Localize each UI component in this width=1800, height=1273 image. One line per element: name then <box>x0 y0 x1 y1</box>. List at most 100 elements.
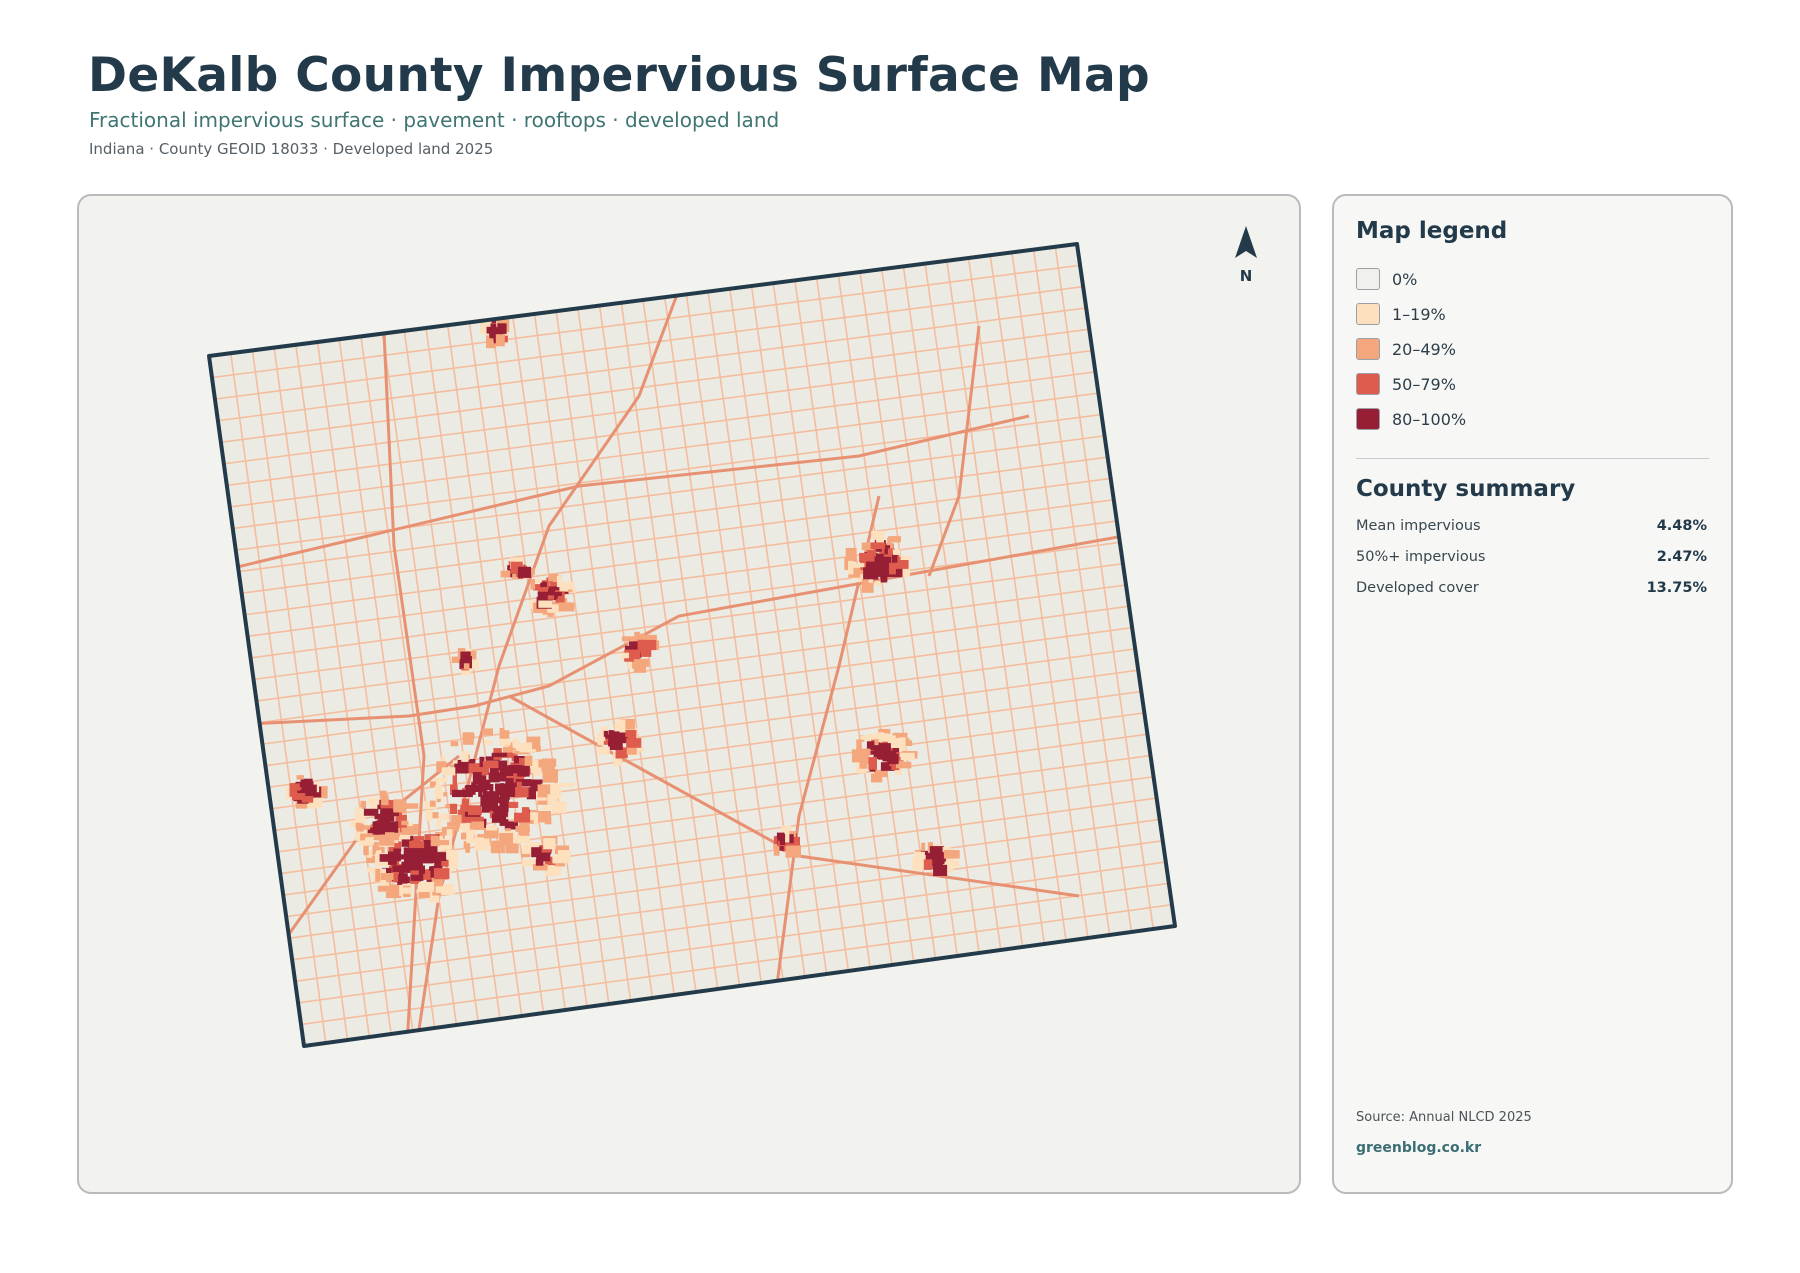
developed-patch <box>460 805 470 812</box>
developed-patch <box>882 556 892 563</box>
legend-swatch <box>1356 268 1380 290</box>
developed-patch <box>363 845 369 856</box>
developed-patch <box>619 719 626 733</box>
developed-patch <box>482 760 499 769</box>
legend-swatch <box>1356 373 1380 395</box>
legend-swatch <box>1356 303 1380 325</box>
developed-patch <box>454 763 469 774</box>
developed-patch <box>538 600 553 608</box>
developed-patch <box>887 753 899 765</box>
developed-patch <box>785 844 801 858</box>
legend-item-3: 50–79% <box>1356 371 1456 397</box>
developed-patch <box>429 800 436 807</box>
developed-patch <box>292 793 306 800</box>
page-subtitle: Fractional impervious surface · pavement… <box>89 108 780 132</box>
developed-patch <box>308 781 314 787</box>
developed-patch <box>871 530 885 540</box>
credit-link[interactable]: greenblog.co.kr <box>1356 1140 1481 1156</box>
developed-patch <box>466 829 474 844</box>
summary-title: County summary <box>1356 476 1576 502</box>
developed-patch <box>558 782 575 788</box>
developed-patch <box>500 570 511 578</box>
developed-patch <box>541 805 554 811</box>
developed-patch <box>376 849 382 855</box>
developed-patch <box>848 560 854 575</box>
stat-label: Developed cover <box>1356 580 1479 596</box>
developed-patch <box>410 870 419 875</box>
developed-patch <box>603 730 609 737</box>
developed-patch <box>450 741 459 747</box>
developed-patch <box>535 859 544 866</box>
developed-patch <box>892 553 898 563</box>
developed-patch <box>500 783 505 793</box>
developed-patch <box>871 734 883 740</box>
source-note: Source: Annual NLCD 2025 <box>1356 1110 1532 1125</box>
developed-patch <box>380 834 388 841</box>
developed-patch <box>393 799 407 813</box>
developed-patch <box>381 814 389 822</box>
developed-patch <box>600 746 610 755</box>
developed-patch <box>556 854 569 862</box>
developed-patch <box>380 790 387 799</box>
stat-row-developed: Developed cover 13.75% <box>1356 580 1707 602</box>
developed-patch <box>509 801 519 808</box>
developed-patch <box>446 829 453 837</box>
developed-patch <box>446 850 459 860</box>
developed-patch <box>497 323 507 334</box>
north-arrow-icon <box>1235 226 1257 258</box>
developed-patch <box>533 767 542 776</box>
developed-patch <box>621 636 635 642</box>
developed-patch <box>878 771 888 778</box>
developed-patch <box>493 805 508 817</box>
legend-panel: Map legend 0% 1–19% 20–49% 50–79% 80–100… <box>1332 194 1733 1194</box>
developed-patch <box>380 873 394 880</box>
developed-patch <box>393 848 401 862</box>
county-map[interactable]: N <box>79 196 1301 1194</box>
legend-label: 1–19% <box>1392 304 1446 324</box>
developed-patch <box>401 820 409 826</box>
legend-swatch <box>1356 338 1380 360</box>
developed-patch <box>463 663 470 670</box>
developed-patch <box>773 845 780 856</box>
developed-patch <box>401 887 413 894</box>
developed-patch <box>559 581 568 592</box>
developed-patch <box>633 659 646 673</box>
north-label: N <box>1240 267 1253 285</box>
developed-patch <box>374 841 379 851</box>
map-panel[interactable]: N <box>77 194 1301 1194</box>
developed-patch <box>514 812 530 823</box>
legend-swatch <box>1356 408 1380 430</box>
developed-patch <box>375 868 381 882</box>
developed-patch <box>461 751 469 762</box>
developed-patch <box>533 812 539 826</box>
developed-patch <box>480 323 487 335</box>
developed-patch <box>480 795 491 807</box>
legend-label: 20–49% <box>1392 339 1456 359</box>
developed-patch <box>517 765 530 777</box>
developed-patch <box>640 647 652 657</box>
developed-patch <box>383 821 399 833</box>
developed-patch <box>377 885 390 892</box>
developed-patch <box>435 886 449 893</box>
stat-label: 50%+ impervious <box>1356 549 1486 565</box>
developed-patch <box>466 788 473 798</box>
developed-patch <box>900 752 915 760</box>
developed-patch <box>425 809 433 821</box>
developed-patch <box>866 561 881 569</box>
developed-patch <box>503 746 514 753</box>
developed-patch <box>430 835 440 847</box>
developed-patch <box>452 773 457 787</box>
legend-label: 80–100% <box>1392 409 1467 429</box>
developed-patch <box>552 855 559 864</box>
developed-patch <box>450 803 458 814</box>
developed-patch <box>355 807 362 814</box>
developed-patch <box>440 813 449 821</box>
developed-patch <box>535 578 542 583</box>
developed-patch <box>892 549 900 555</box>
developed-patch <box>519 821 530 836</box>
stat-value: 4.48% <box>1656 518 1707 534</box>
developed-patch <box>367 797 380 805</box>
legend-item-1: 1–19% <box>1356 301 1446 327</box>
developed-patch <box>547 595 555 600</box>
developed-patch <box>404 828 419 835</box>
